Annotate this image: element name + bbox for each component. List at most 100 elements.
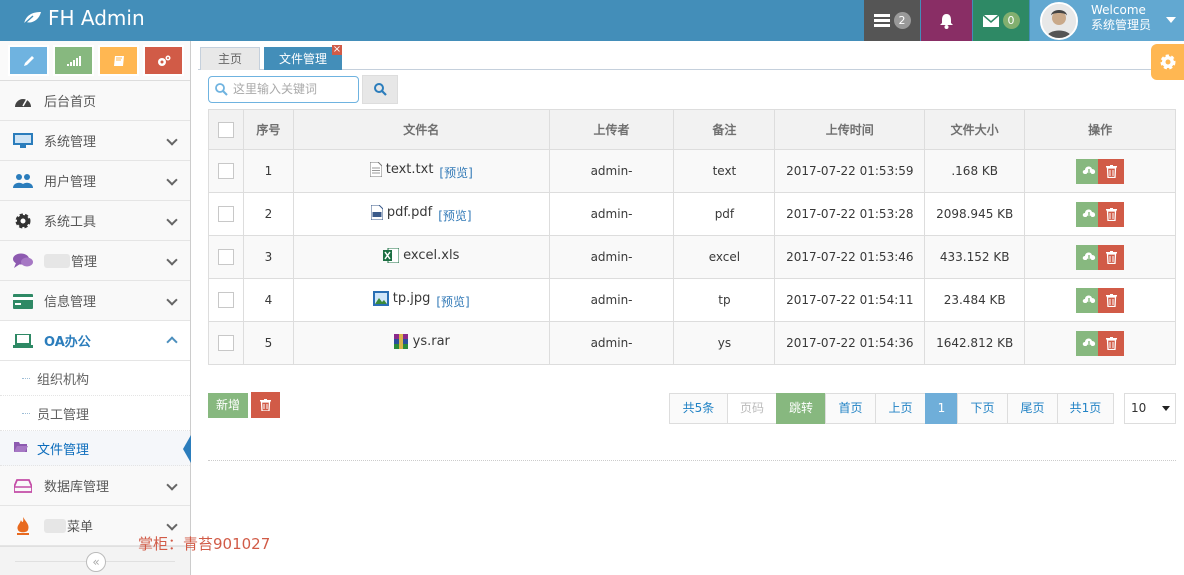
file-name-text: pdf.pdf	[386, 204, 433, 220]
preview-link[interactable]: [预览]	[438, 209, 471, 223]
row-checkbox[interactable]	[217, 335, 234, 351]
pencil-icon	[23, 55, 34, 66]
row-number: 5	[242, 321, 294, 365]
add-button[interactable]: 新增	[208, 393, 248, 418]
first-page-button[interactable]: 首页	[825, 393, 876, 424]
file-name-cell: excel.xls	[292, 235, 550, 279]
shortcut-pencil-button[interactable]	[8, 45, 49, 76]
row-checkbox[interactable]	[217, 249, 234, 265]
file-name[interactable]: text.txt	[369, 161, 433, 177]
sidebar-item-database[interactable]: 数据库管理	[0, 466, 190, 506]
leaf-icon	[23, 12, 41, 25]
dashboard-icon	[13, 92, 33, 110]
preview-link[interactable]: [预览]	[436, 295, 469, 309]
search-input[interactable]: 这里输入关键词	[208, 76, 359, 103]
last-page-button[interactable]: 尾页	[1007, 393, 1058, 424]
cloud-download-icon	[1082, 165, 1096, 176]
note-cell: ys	[673, 321, 776, 365]
file-name[interactable]: excel.xls	[383, 248, 459, 263]
uploader-cell: admin-	[548, 149, 675, 193]
uploader-cell: admin-	[548, 321, 675, 365]
submenu-item-label: 员工管理	[37, 407, 90, 423]
sidebar-item-info[interactable]: 信息管理	[0, 281, 190, 321]
shortcut-signal-button[interactable]	[53, 45, 94, 76]
upload-time-cell: 2017-07-22 01:53:28	[774, 192, 926, 236]
cloud-download-icon	[1082, 208, 1096, 219]
table-row: 5 ys.rar admin-ys 2017-07-22 01:54:36 1642.8…	[208, 321, 1176, 365]
sidebar-item-label: 数据库管理	[44, 480, 110, 495]
txt-file-icon	[369, 161, 382, 177]
tab-bar: 主页 文件管理 ×	[198, 45, 1156, 70]
shortcut-cogs-button[interactable]	[143, 45, 184, 76]
delete-button[interactable]	[1098, 330, 1125, 356]
submenu-item-files[interactable]: 文件管理	[0, 431, 191, 466]
batch-delete-button[interactable]	[251, 392, 280, 418]
next-page-button[interactable]: 下页	[957, 393, 1008, 424]
row-checkbox[interactable]	[217, 163, 234, 179]
page-size-value: 10	[1131, 401, 1147, 415]
file-size-cell: 433.152 KB	[924, 235, 1026, 279]
tasks-badge: 2	[893, 12, 911, 29]
row-select-cell	[208, 192, 244, 236]
page-number-input[interactable]: 页码	[727, 393, 777, 424]
row-checkbox[interactable]	[217, 292, 234, 308]
select-all-cell	[208, 109, 244, 150]
notifications-button[interactable]	[921, 0, 972, 41]
file-table: 序号 文件名 上传者 备注 上传时间 文件大小 操作 1 text.txt [预览]…	[208, 109, 1176, 365]
search-button[interactable]	[362, 75, 398, 104]
note-cell: tp	[673, 278, 776, 322]
row-number: 4	[242, 278, 294, 322]
page-size-select[interactable]: 10	[1124, 393, 1176, 424]
hdd-icon	[13, 477, 33, 495]
column-header: 操作	[1024, 109, 1176, 150]
tab-file-management[interactable]: 文件管理	[264, 47, 342, 70]
delete-button[interactable]	[1098, 287, 1125, 313]
shortcut-book-button[interactable]	[98, 45, 139, 76]
submenu-item-org[interactable]: 组织机构	[0, 361, 190, 396]
settings-button[interactable]	[1151, 44, 1184, 80]
file-name[interactable]: ys.rar	[393, 333, 450, 350]
user-menu[interactable]: Welcome 系统管理员	[1030, 0, 1184, 41]
fire-icon	[13, 517, 33, 535]
row-checkbox[interactable]	[217, 206, 234, 222]
tab-close-button[interactable]: ×	[332, 45, 342, 55]
pdf-file-icon	[370, 204, 383, 220]
sidebar-item-label: 管理	[71, 255, 98, 270]
delete-button[interactable]	[1098, 158, 1125, 184]
table-body: 1 text.txt [预览] admin-text 2017-07-22 01:53:…	[208, 149, 1176, 365]
delete-button[interactable]	[1098, 201, 1125, 227]
sidebar-item-home[interactable]: 后台首页	[0, 81, 190, 121]
delete-button[interactable]	[1098, 244, 1125, 270]
user-info: Welcome 系统管理员	[1091, 3, 1151, 33]
file-name[interactable]: tp.jpg	[372, 290, 430, 306]
jump-button[interactable]: 跳转	[776, 393, 826, 424]
sidebar-item-label: 系统工具	[44, 215, 97, 230]
sidebar-item-oa[interactable]: OA办公	[0, 321, 190, 361]
current-page[interactable]: 1	[925, 393, 958, 424]
folder-open-icon	[14, 441, 28, 457]
file-name[interactable]: pdf.pdf	[370, 204, 433, 220]
tasks-button[interactable]: 2	[864, 0, 920, 41]
sidebar-item-tools[interactable]: 系统工具	[0, 201, 190, 241]
cloud-download-icon	[1082, 251, 1096, 262]
brand[interactable]: FH Admin	[22, 5, 145, 31]
preview-link[interactable]: [预览]	[439, 166, 472, 180]
tab-home[interactable]: 主页	[200, 47, 260, 70]
sidebar-item-users[interactable]: 用户管理	[0, 161, 190, 201]
image-file-icon	[372, 290, 389, 306]
sidebar: 后台首页 系统管理 用户管理 系统工具 管理 信息管理 OA办公 组织机构 员工…	[0, 41, 191, 575]
messages-button[interactable]: 0	[973, 0, 1029, 41]
collapse-sidebar-button[interactable]: «	[86, 552, 106, 572]
prev-page-button[interactable]: 上页	[875, 393, 926, 424]
operations-cell	[1024, 278, 1176, 322]
table-row: 4 tp.jpg [预览] admin-tp 2017-07-22 01:54:11 23…	[208, 278, 1176, 322]
submenu-item-staff[interactable]: 员工管理	[0, 396, 190, 431]
trash-icon	[1105, 207, 1117, 221]
sidebar-item-comments[interactable]: 管理	[0, 241, 190, 281]
credit-card-icon	[13, 292, 33, 310]
select-all-checkbox[interactable]	[217, 121, 234, 138]
cloud-download-icon	[1082, 337, 1096, 348]
chevron-down-icon	[166, 214, 178, 226]
sidebar-item-system[interactable]: 系统管理	[0, 121, 190, 161]
row-number: 1	[242, 149, 294, 193]
